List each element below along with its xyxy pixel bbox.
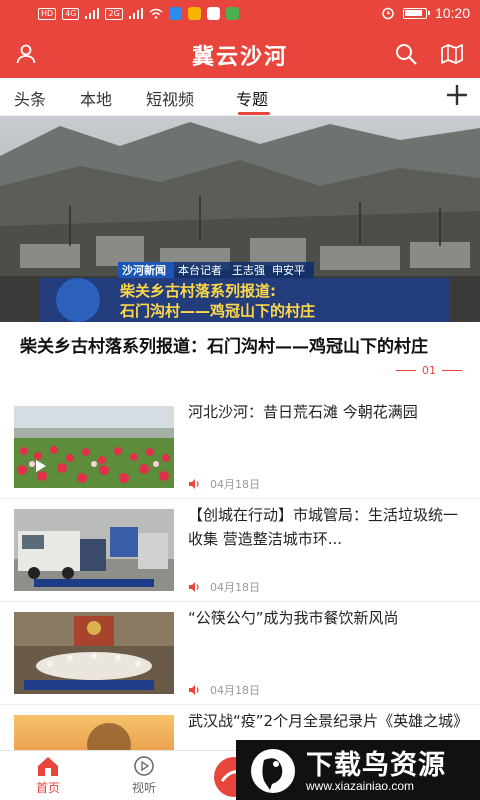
2g-badge: 2G <box>105 7 123 20</box>
tv-reporter-name-1: 王志强 <box>232 264 265 277</box>
app-notification-icon-4 <box>225 7 239 20</box>
map-icon[interactable] <box>440 42 464 66</box>
news-title[interactable]: 武汉战“疫”2个月全景纪录片《英雄之城》 <box>188 709 470 733</box>
watermark-url: www.xiazainiao.com <box>306 779 415 793</box>
hero-banner[interactable]: 沙河新闻 本台记者 王志强 申安平 柴关乡古村落系列报道: 石门沟村——鸡冠山下… <box>0 116 480 322</box>
hero-title[interactable]: 柴关乡古村落系列报道：石门沟村——鸡冠山下的村庄 <box>20 334 450 360</box>
audio-icon[interactable] <box>188 581 200 593</box>
signal-icon-2 <box>128 8 143 19</box>
news-item[interactable]: “公筷公勺”成为我市餐饮新风尚 04月18日 <box>0 602 480 705</box>
active-tab-indicator <box>238 112 270 115</box>
tab-short-video[interactable]: 短视频 <box>146 86 194 110</box>
status-bar: HD 4G 2G 10:20 <box>0 0 480 30</box>
news-date: 04月18日 <box>210 581 260 594</box>
news-item[interactable]: 河北沙河：昔日荒石滩 今朝花满园 04月18日 <box>0 396 480 499</box>
4g-badge: 4G <box>62 7 80 20</box>
app-notification-icon-3 <box>206 7 220 20</box>
tab-local[interactable]: 本地 <box>80 86 112 110</box>
nav-home[interactable]: 首页 <box>18 755 78 796</box>
play-circle-icon <box>134 756 154 776</box>
tv-reporter-name-2: 申安平 <box>272 264 305 277</box>
app-header: 冀云沙河 <box>0 30 480 78</box>
home-icon <box>38 757 58 776</box>
audio-icon[interactable] <box>188 684 200 696</box>
app-notification-icon-2 <box>187 7 201 20</box>
tv-caption-line-2: 石门沟村——鸡冠山下的村庄 <box>120 302 316 320</box>
news-thumbnail <box>14 612 174 694</box>
watermark: 下载鸟资源 www.xiazainiao.com <box>236 740 480 800</box>
carousel-indicator: 01 <box>396 364 462 377</box>
nav-home-label: 首页 <box>35 781 60 795</box>
carousel-page-number: 01 <box>422 364 436 377</box>
watermark-text: 下载鸟资源 <box>306 750 446 781</box>
nav-audiovisual-label: 视听 <box>131 781 156 795</box>
news-thumbnail <box>14 406 174 488</box>
news-title[interactable]: 【创城在行动】市城管局：生活垃圾统一收集 营造整洁城市环... <box>188 503 470 551</box>
tv-reporter-label: 本台记者 <box>178 264 222 277</box>
news-date: 04月18日 <box>210 684 260 697</box>
alarm-icon <box>382 7 394 20</box>
wifi-icon <box>149 8 163 19</box>
tv-channel-label: 沙河新闻 <box>122 264 166 277</box>
hero-caption[interactable]: 柴关乡古村落系列报道：石门沟村——鸡冠山下的村庄 01 <box>0 322 480 396</box>
news-thumbnail <box>14 509 174 591</box>
battery-icon <box>402 7 430 19</box>
app-notification-icon <box>168 7 182 20</box>
search-icon[interactable] <box>394 42 418 66</box>
play-icon <box>36 460 46 472</box>
signal-icon <box>85 8 100 19</box>
audio-icon[interactable] <box>188 478 200 490</box>
tab-headlines[interactable]: 头条 <box>14 86 46 110</box>
status-right: 10:20 <box>381 5 470 21</box>
status-left-icons: HD 4G 2G <box>38 7 239 20</box>
news-date: 04月18日 <box>210 478 260 491</box>
bird-logo-icon <box>251 749 295 793</box>
tv-caption-line-1: 柴关乡古村落系列报道: <box>120 282 276 300</box>
nav-audiovisual[interactable]: 视听 <box>114 755 174 796</box>
news-item[interactable]: 【创城在行动】市城管局：生活垃圾统一收集 营造整洁城市环... 04月18日 <box>0 499 480 602</box>
add-channel-icon[interactable] <box>444 82 470 108</box>
hd-badge: HD <box>38 7 57 20</box>
clock: 10:20 <box>434 5 470 21</box>
channel-tabs: 头条 本地 短视频 专题 <box>0 78 480 116</box>
tab-special[interactable]: 专题 <box>236 86 268 110</box>
news-title[interactable]: 河北沙河：昔日荒石滩 今朝花满园 <box>188 400 470 424</box>
news-title[interactable]: “公筷公勺”成为我市餐饮新风尚 <box>188 606 470 630</box>
